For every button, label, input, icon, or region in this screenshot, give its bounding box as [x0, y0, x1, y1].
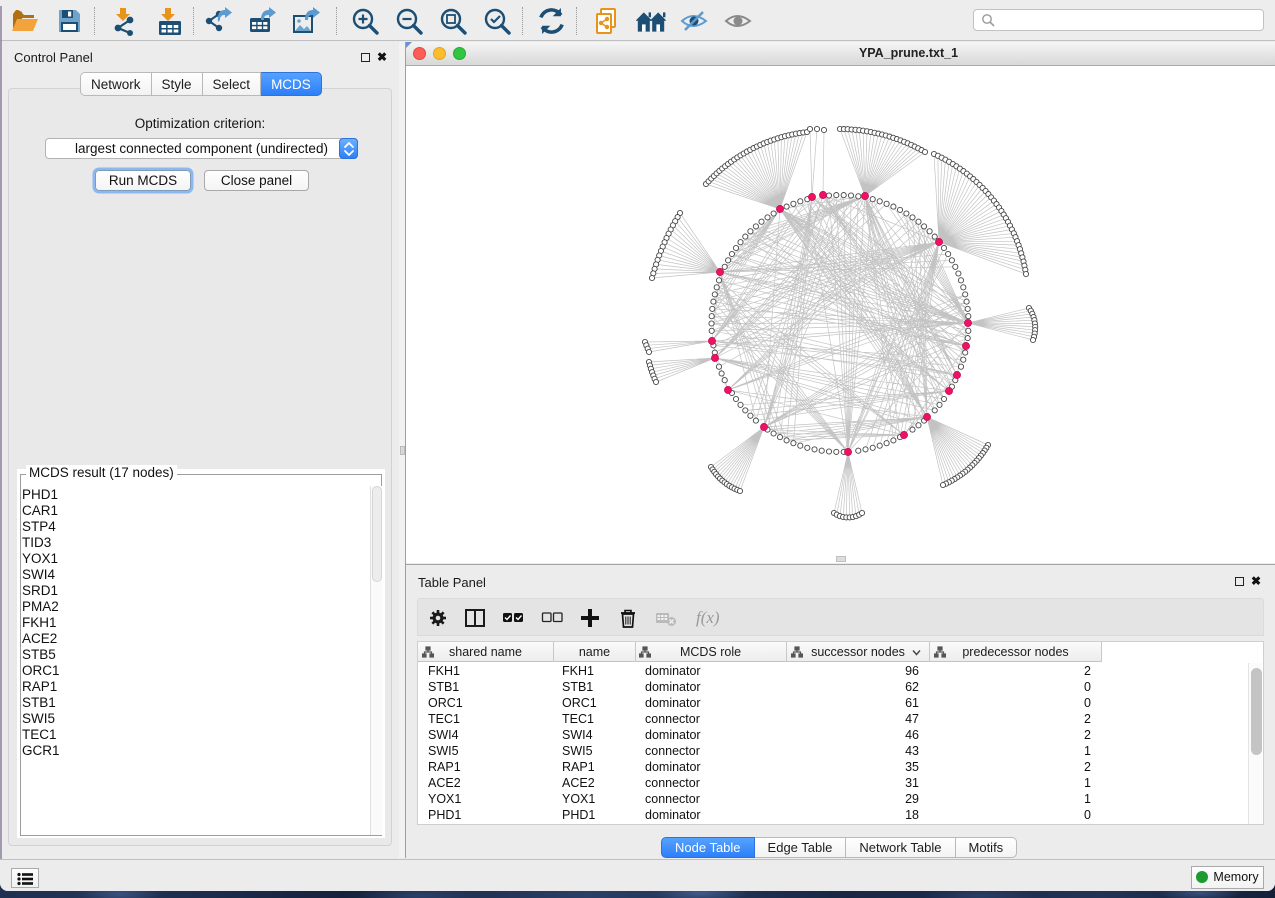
svg-text:f(x): f(x): [696, 608, 720, 627]
